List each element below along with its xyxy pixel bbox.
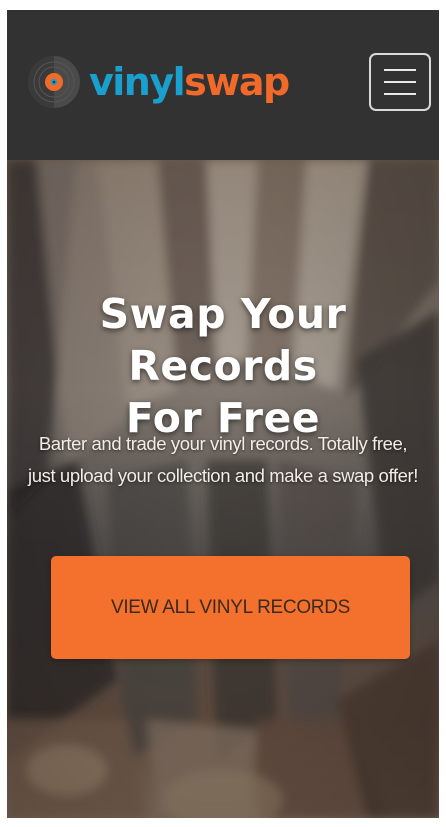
logo-text-swap: swap <box>184 60 290 104</box>
hamburger-menu-icon-bar-1 <box>384 69 416 71</box>
logo-text-vinyl: vinyl <box>89 60 186 104</box>
hamburger-menu-button[interactable] <box>369 53 431 111</box>
hero-subtitle-line-2: just upload your collection and make a s… <box>28 465 418 486</box>
vinyl-record-icon <box>28 56 80 108</box>
hero-title-line-1: Swap Your Records <box>99 290 347 390</box>
hero-title: Swap Your Records For Free <box>7 288 439 444</box>
logo[interactable]: vinylswap <box>27 48 290 116</box>
hero-section: Swap Your Records For Free Barter and tr… <box>7 160 439 818</box>
logo-wordmark: vinylswap <box>89 60 290 104</box>
hamburger-menu-icon-bar-2 <box>384 81 416 83</box>
hero-subtitle: Barter and trade your vinyl records. Tot… <box>19 428 427 492</box>
navbar: vinylswap <box>7 10 439 160</box>
phone-viewport: vinylswap Swap Your Records For Free Bar… <box>7 10 439 818</box>
hamburger-menu-icon-bar-3 <box>384 93 416 95</box>
hero-subtitle-line-1: Barter and trade your vinyl records. Tot… <box>38 433 408 454</box>
view-all-vinyl-records-button[interactable]: VIEW ALL VINYL RECORDS <box>51 556 410 659</box>
